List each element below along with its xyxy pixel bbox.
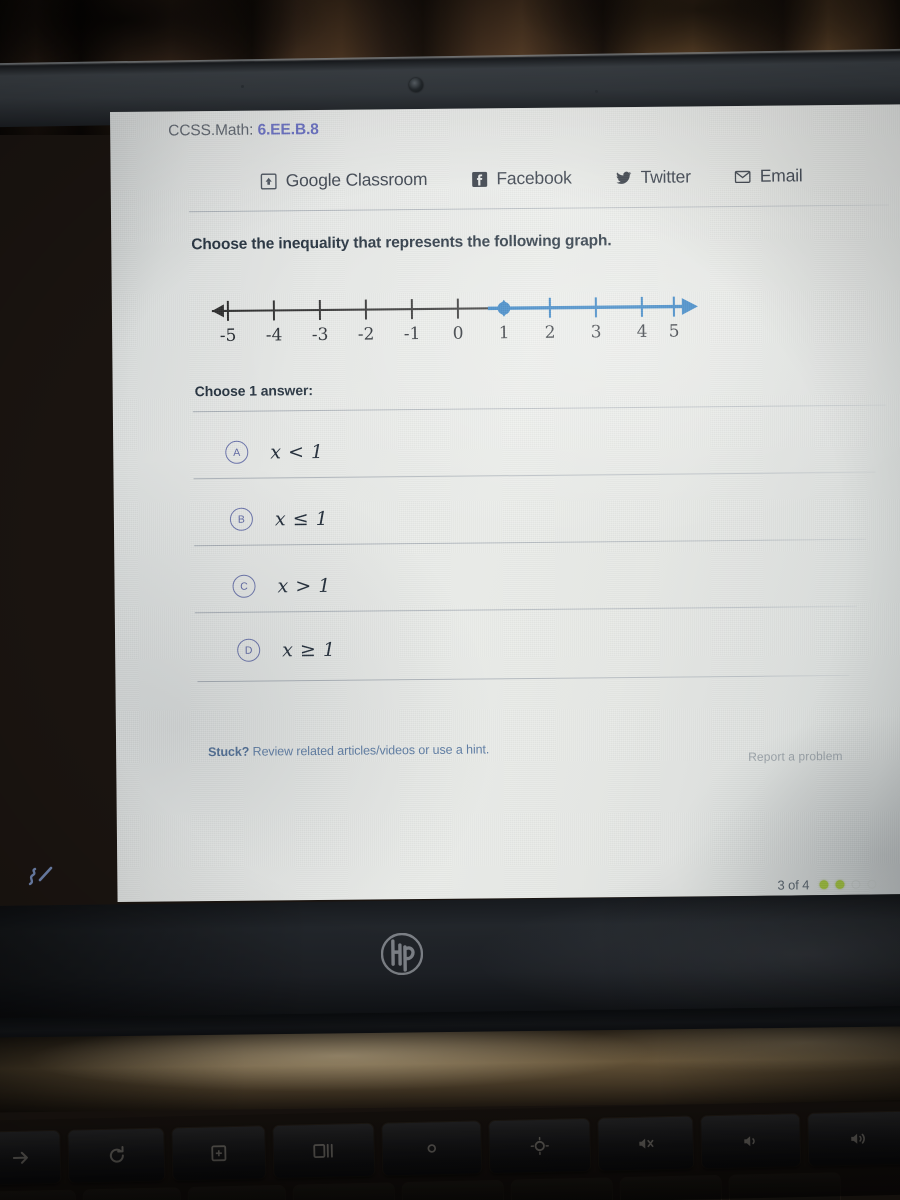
choose-answer-label: Choose 1 answer: [194,382,313,400]
progress-dot-2 [835,879,845,890]
svg-text:-2: -2 [358,324,375,344]
email-icon [734,168,751,184]
number-line-svg: -5 -4 -3 -2 -1 0 1 2 3 4 5 [211,296,698,346]
key-8[interactable] [729,1173,841,1200]
key-7[interactable] [620,1175,722,1200]
svg-text:0: 0 [453,324,464,344]
answer-bubble-a[interactable]: A [225,440,249,464]
key-4[interactable] [293,1183,395,1200]
mute-key[interactable] [598,1116,694,1171]
handwritten-mark [24,862,58,892]
twitter-icon [616,169,632,185]
progress-indicator: 3 of 4 [777,877,877,893]
divider-after-a [193,471,876,480]
stuck-prefix: Stuck? [208,744,250,760]
divider-choices-top [192,404,886,413]
svg-text:-3: -3 [312,325,329,345]
answer-text-c: x > 1 [277,574,331,597]
answer-choice-b[interactable]: B x ≤ 1 [229,507,329,531]
laptop-screen: CCSS.Math: 6.EE.B.8 Google Classroom Fac… [110,104,900,902]
share-facebook[interactable]: Facebook [471,167,572,190]
question-prompt: Choose the inequality that represents th… [191,232,612,254]
forward-arrow-key[interactable] [0,1130,61,1185]
brightness-up-key[interactable] [489,1118,591,1174]
progress-dot-1 [819,880,829,890]
answer-text-d: x ≥ 1 [282,638,336,661]
volume-down-key[interactable] [701,1114,801,1169]
svg-text:-4: -4 [266,325,283,345]
share-twitter[interactable]: Twitter [616,166,691,188]
ccss-standard: CCSS.Math: 6.EE.B.8 [168,121,319,140]
key-3[interactable] [188,1185,286,1200]
hp-logo [380,932,424,976]
report-problem-link[interactable]: Report a problem [748,749,842,764]
svg-text:3: 3 [591,322,602,342]
answer-bubble-d[interactable]: D [237,638,261,662]
stuck-link[interactable]: Review related articles/videos or use a … [253,742,490,758]
svg-text:-1: -1 [404,324,421,344]
share-row: Google Classroom Facebook Twitter Email [260,165,803,192]
overview-key[interactable] [273,1123,375,1179]
ccss-label: CCSS.Math: [168,121,254,140]
keyboard-deck [0,1026,900,1113]
microphone-icon [595,90,598,93]
key-5[interactable] [402,1180,504,1200]
stuck-hint[interactable]: Stuck? Review related articles/videos or… [208,742,489,759]
share-google-classroom[interactable]: Google Classroom [260,168,428,192]
photo-of-laptop-screen: CCSS.Math: 6.EE.B.8 Google Classroom Fac… [0,0,900,1200]
svg-text:2: 2 [545,323,556,343]
volume-up-key[interactable] [808,1111,900,1166]
divider-after-d [197,674,850,683]
answer-text-b: x ≤ 1 [274,507,329,530]
up-arrow-key[interactable]: ↑ [83,1188,181,1200]
divider-after-c [194,605,857,614]
progress-dot-4 [867,879,877,889]
reload-key[interactable] [68,1128,165,1183]
divider-after-b [194,538,867,547]
laptop-bottom-bezel [0,893,900,1025]
progress-dots [819,879,877,890]
share-twitter-label: Twitter [640,166,691,187]
svg-text:1: 1 [499,323,510,343]
answer-text-a: x < 1 [270,440,324,463]
webcam-icon [408,77,424,93]
ccss-code[interactable]: 6.EE.B.8 [257,121,318,139]
progress-label: 3 of 4 [777,877,810,893]
number-line-graph: -5 -4 -3 -2 -1 0 1 2 3 4 5 [190,284,711,351]
microphone-icon [241,85,244,88]
google-classroom-icon [260,172,277,190]
svg-text:4: 4 [637,322,648,342]
share-google-classroom-label: Google Classroom [285,168,428,191]
share-email[interactable]: Email [734,165,803,187]
key-6[interactable] [511,1178,613,1200]
svg-text:5: 5 [669,322,680,342]
progress-dot-3 [851,879,861,889]
share-email-label: Email [759,165,803,186]
hash-key[interactable]: # [0,1190,76,1200]
share-facebook-label: Facebook [496,167,572,189]
fullscreen-key[interactable] [172,1126,266,1181]
keyboard: # ↑ [0,1099,900,1200]
answer-bubble-c[interactable]: C [232,574,256,598]
divider-top [188,204,889,213]
brightness-down-key[interactable] [382,1121,482,1176]
function-key-row [0,1111,900,1185]
answer-choice-d[interactable]: D x ≥ 1 [237,638,336,662]
svg-text:-5: -5 [220,326,237,346]
answer-choice-a[interactable]: A x < 1 [225,440,324,464]
answer-bubble-b[interactable]: B [229,507,254,531]
answer-choice-c[interactable]: C x > 1 [232,574,331,598]
facebook-icon [471,171,487,187]
